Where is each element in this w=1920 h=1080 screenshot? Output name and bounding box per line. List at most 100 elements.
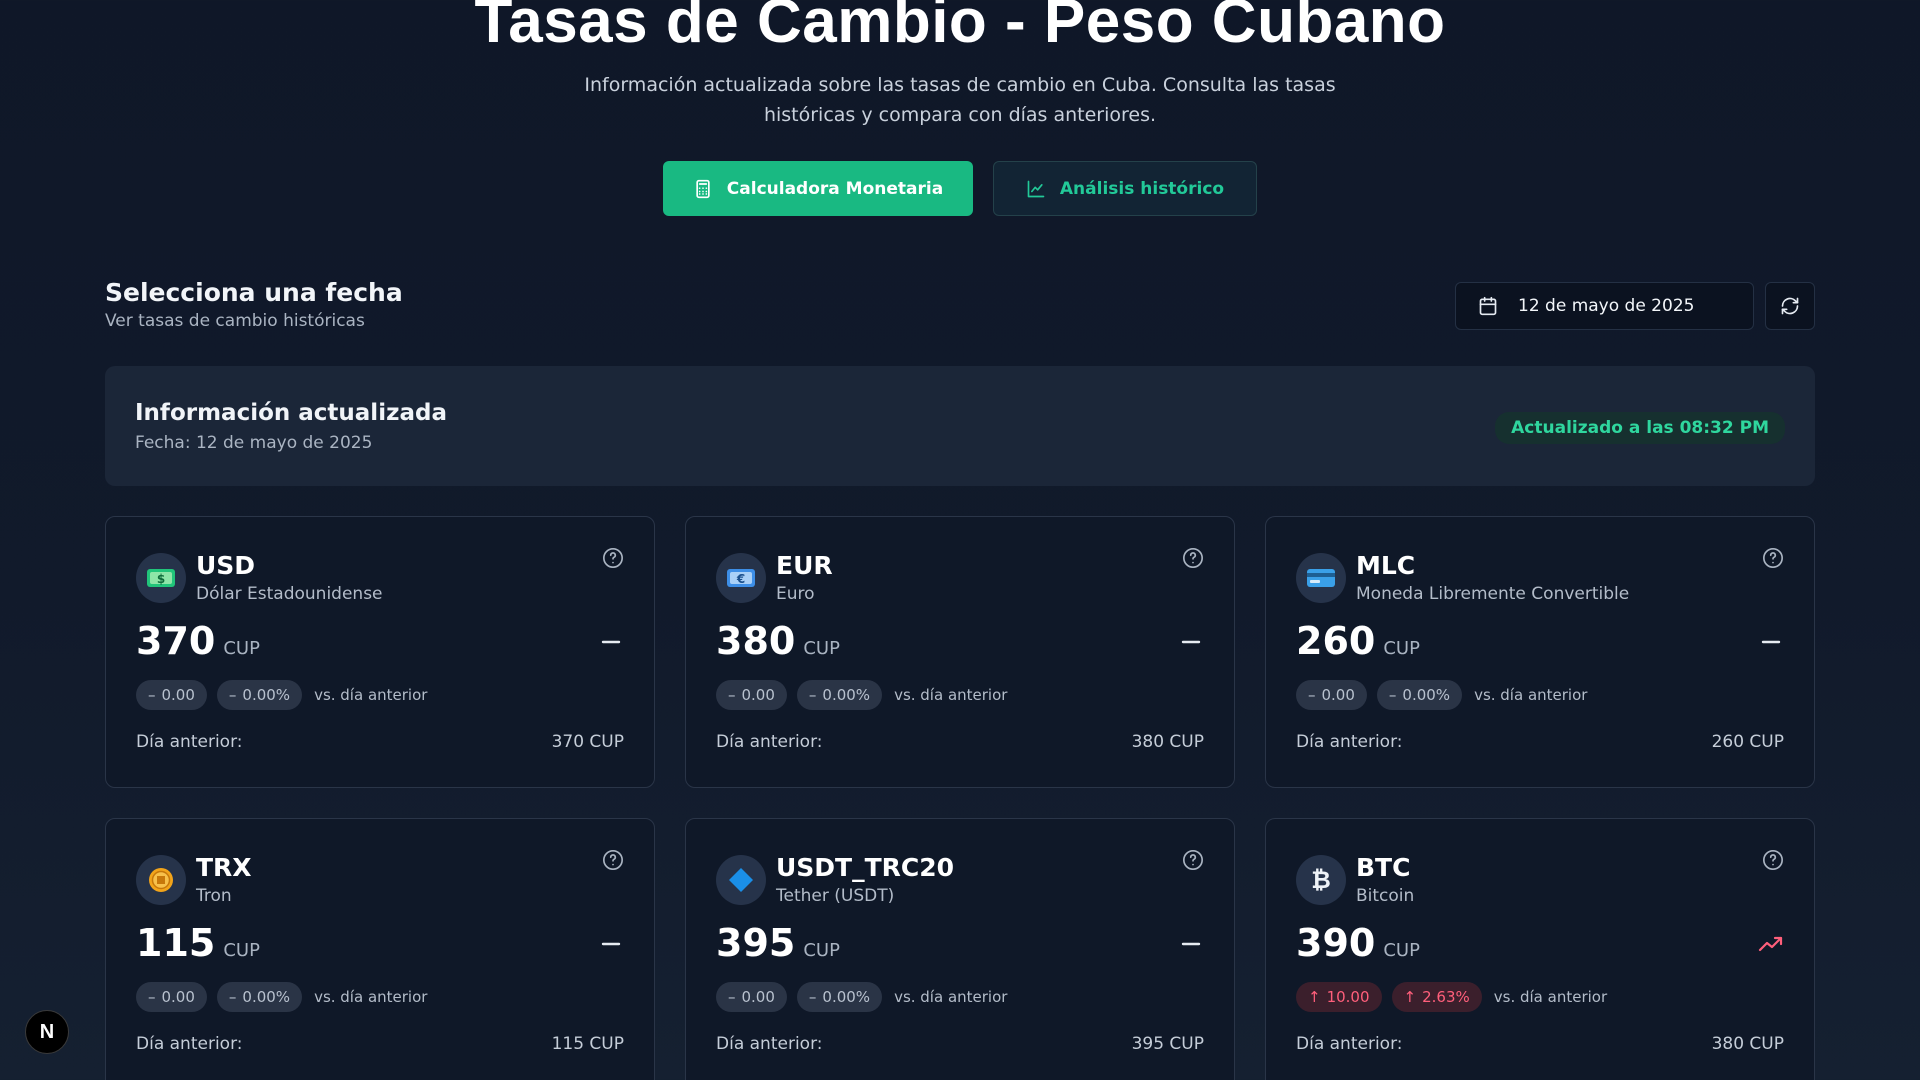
change-percent-chip: ↑ 2.63% bbox=[1391, 982, 1482, 1012]
minus-icon: – bbox=[1388, 686, 1397, 704]
currency-card-usdt_trc20: USDT_TRC20 Tether (USDT) 395 CUP –0.00 –0… bbox=[685, 818, 1235, 1080]
change-percent-chip: –0.00% bbox=[796, 982, 883, 1012]
change-chips: – 0.00 –0.00% vs. día anterior bbox=[136, 982, 427, 1012]
help-icon[interactable] bbox=[1182, 849, 1204, 871]
minus-icon: – bbox=[808, 988, 817, 1006]
rate-unit: CUP bbox=[223, 638, 260, 659]
minus-icon: – bbox=[808, 686, 817, 704]
dev-tools-button[interactable]: N bbox=[25, 1010, 69, 1054]
currency-code: TRX bbox=[196, 853, 252, 882]
minus-icon bbox=[1758, 631, 1784, 653]
minus-icon bbox=[598, 933, 624, 955]
date-picker[interactable]: 12 de mayo de 2025 bbox=[1455, 282, 1754, 330]
info-banner: Información actualizada Fecha: 12 de may… bbox=[105, 366, 1815, 486]
svg-text:₿: ₿ bbox=[1311, 866, 1331, 894]
rate-unit: CUP bbox=[223, 940, 260, 961]
diamond-icon bbox=[716, 855, 766, 905]
rate-value: 395 CUP bbox=[716, 921, 840, 965]
updated-badge: Actualizado a las 08:32 PM bbox=[1495, 412, 1785, 444]
credit-card-icon bbox=[1296, 553, 1346, 603]
rate-unit: CUP bbox=[803, 638, 840, 659]
rate-unit: CUP bbox=[803, 940, 840, 961]
previous-day-value: 380 CUP bbox=[1711, 1034, 1784, 1054]
change-chips: –0.00 –0.00% vs. día anterior bbox=[1296, 680, 1587, 710]
change-percent: 0.00% bbox=[242, 686, 291, 704]
comparison-note: vs. día anterior bbox=[1493, 988, 1608, 1006]
minus-icon bbox=[598, 631, 624, 653]
refresh-button[interactable] bbox=[1765, 282, 1815, 330]
change-value: 10.00 bbox=[1326, 988, 1370, 1006]
change-chips: –0.00 –0.00% vs. día anterior bbox=[136, 680, 427, 710]
change-percent: 0.00% bbox=[822, 988, 871, 1006]
info-date: Fecha: 12 de mayo de 2025 bbox=[135, 433, 373, 453]
banknote-icon: $ bbox=[136, 553, 186, 603]
change-value: 0.00 bbox=[741, 686, 775, 704]
currency-name: Bitcoin bbox=[1356, 886, 1415, 906]
currency-code: USDT_TRC20 bbox=[776, 853, 955, 882]
info-title: Información actualizada bbox=[135, 400, 447, 426]
previous-day-label: Día anterior: bbox=[716, 1034, 823, 1054]
rate-unit: CUP bbox=[1383, 638, 1420, 659]
comparison-note: vs. día anterior bbox=[314, 988, 428, 1006]
change-percent-chip: –0.00% bbox=[216, 982, 303, 1012]
refresh-icon bbox=[1781, 297, 1799, 315]
line-chart-icon bbox=[1027, 180, 1045, 197]
rate-value: 390 CUP bbox=[1296, 921, 1420, 965]
help-icon[interactable] bbox=[602, 547, 624, 569]
previous-day-value: 380 CUP bbox=[1131, 732, 1204, 752]
currency-code: EUR bbox=[776, 551, 833, 580]
currency-card-mlc: MLC Moneda Libremente Convertible 260 CUP… bbox=[1265, 516, 1815, 788]
currency-code: BTC bbox=[1356, 853, 1411, 882]
help-icon[interactable] bbox=[602, 849, 624, 871]
calculator-button[interactable]: Calculadora Monetaria bbox=[663, 161, 973, 216]
minus-icon: – bbox=[228, 988, 237, 1006]
rate-value: 260 CUP bbox=[1296, 619, 1420, 663]
currency-name: Tether (USDT) bbox=[776, 886, 895, 906]
rate-value: 370 CUP bbox=[136, 619, 260, 663]
comparison-note: vs. día anterior bbox=[894, 686, 1008, 704]
rate-number: 370 bbox=[136, 619, 216, 663]
change-percent: 2.63% bbox=[1422, 988, 1470, 1006]
currency-name: Dólar Estadounidense bbox=[196, 584, 383, 604]
previous-day-label: Día anterior: bbox=[1296, 1034, 1403, 1054]
currency-card-btc: ₿ BTC Bitcoin 390 CUP ↑ 10.00 ↑ 2.63% vs. d… bbox=[1265, 818, 1815, 1080]
currency-code: USD bbox=[196, 551, 256, 580]
minus-icon: – bbox=[228, 686, 237, 704]
currency-card-usd: $ USD Dólar Estadounidense 370 CUP –0.00 … bbox=[105, 516, 655, 788]
history-analysis-label: Análisis histórico bbox=[1059, 178, 1225, 199]
previous-day-label: Día anterior: bbox=[716, 732, 823, 752]
minus-icon: – bbox=[148, 686, 156, 704]
currency-name: Moneda Libremente Convertible bbox=[1356, 584, 1630, 604]
minus-icon: – bbox=[728, 686, 736, 704]
rate-number: 395 bbox=[716, 921, 796, 965]
previous-day-label: Día anterior: bbox=[1296, 732, 1403, 752]
previous-day-label: Día anterior: bbox=[136, 732, 243, 752]
currency-card-eur: € EUR Euro 380 CUP –0.00 –0.00% vs. día a… bbox=[685, 516, 1235, 788]
help-icon[interactable] bbox=[1762, 849, 1784, 871]
change-chip: –0.00 bbox=[136, 680, 207, 710]
change-percent: 0.00% bbox=[242, 988, 291, 1006]
previous-day-value: 370 CUP bbox=[551, 732, 624, 752]
date-section: Selecciona una fecha Ver tasas de cambio… bbox=[105, 278, 403, 331]
history-analysis-button[interactable]: Análisis histórico bbox=[993, 161, 1257, 216]
change-percent-chip: –0.00% bbox=[1376, 680, 1463, 710]
euro-banknote-icon: € bbox=[716, 553, 766, 603]
minus-icon: – bbox=[1308, 686, 1316, 704]
arrow-up-icon: ↑ bbox=[1403, 988, 1417, 1006]
currency-card-trx: TRX Tron 115 CUP –0.00 –0.00% vs. día ant… bbox=[105, 818, 655, 1080]
calculator-button-label: Calculadora Monetaria bbox=[726, 178, 944, 199]
change-percent-chip: –0.00% bbox=[796, 680, 883, 710]
comparison-note: vs. día anterior bbox=[1474, 686, 1588, 704]
help-icon[interactable] bbox=[1762, 547, 1784, 569]
change-chips: ↑ 10.00 ↑ 2.63% vs. día anterior bbox=[1296, 982, 1607, 1012]
previous-day-value: 260 CUP bbox=[1711, 732, 1784, 752]
help-icon[interactable] bbox=[1182, 547, 1204, 569]
minus-icon bbox=[1178, 933, 1204, 955]
rate-number: 380 bbox=[716, 619, 796, 663]
change-percent-chip: –0.00% bbox=[216, 680, 303, 710]
comparison-note: vs. día anterior bbox=[314, 686, 428, 704]
change-value: 0.00 bbox=[161, 988, 195, 1006]
arrow-up-icon: ↑ bbox=[1308, 988, 1321, 1006]
change-chip: ↑ 10.00 bbox=[1296, 982, 1382, 1012]
calendar-icon bbox=[1479, 296, 1497, 316]
